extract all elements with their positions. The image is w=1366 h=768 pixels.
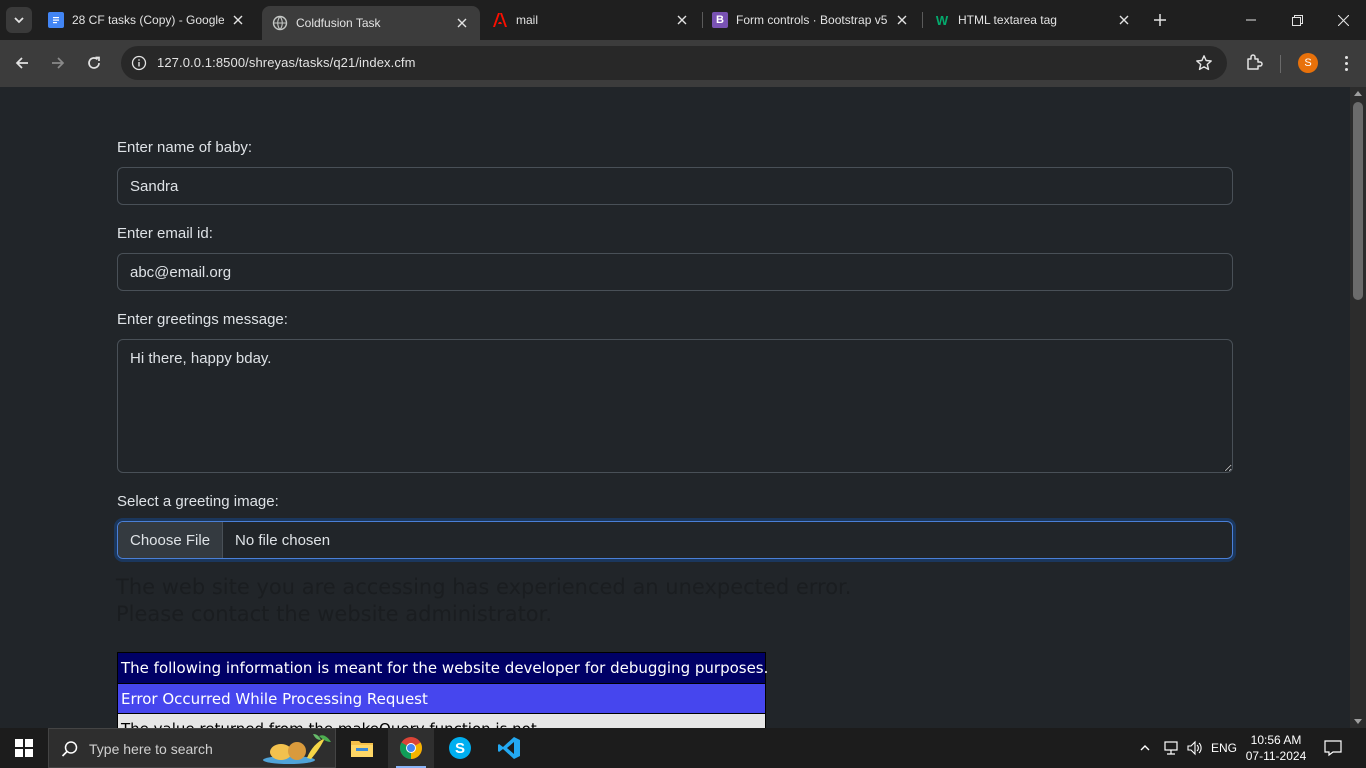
- page-content: Enter name of baby: Enter email id: Ente…: [0, 87, 1350, 728]
- chrome-icon: [400, 737, 422, 759]
- volume-control[interactable]: [1184, 728, 1206, 768]
- notification-icon: [1324, 740, 1342, 757]
- w3schools-icon: W: [935, 12, 949, 28]
- clock-date: 07-11-2024: [1245, 749, 1307, 763]
- taskbar-search-box[interactable]: Type here to search: [48, 728, 336, 768]
- chevron-down-icon: [14, 17, 24, 24]
- bookmark-star-icon[interactable]: [1195, 54, 1213, 72]
- close-tab-icon[interactable]: [454, 15, 470, 31]
- search-placeholder: Type here to search: [89, 741, 213, 757]
- reload-button[interactable]: [81, 50, 107, 76]
- url-text[interactable]: 127.0.0.1:8500/shreyas/tasks/q21/index.c…: [157, 55, 416, 70]
- scroll-up-arrow-icon[interactable]: [1354, 91, 1362, 96]
- back-button[interactable]: [9, 50, 35, 76]
- tab-title: 28 CF tasks (Copy) - Google: [72, 13, 224, 27]
- message-label: Enter greetings message:: [117, 311, 288, 328]
- debug-header: The following information is meant for t…: [118, 653, 768, 683]
- minimize-icon: [1246, 19, 1256, 21]
- page-scrollbar[interactable]: [1350, 87, 1366, 728]
- globe-icon: [272, 15, 288, 31]
- name-label: Enter name of baby:: [117, 139, 253, 156]
- minimize-button[interactable]: [1228, 0, 1274, 40]
- clock-time: 10:56 AM: [1250, 733, 1302, 747]
- tab-separator: [922, 12, 923, 28]
- arrow-left-icon: [15, 57, 28, 69]
- new-tab-button[interactable]: [1150, 10, 1170, 30]
- file-status-text: No file chosen: [235, 531, 331, 549]
- network-status[interactable]: [1160, 728, 1182, 768]
- taskbar-chrome[interactable]: [388, 728, 434, 768]
- error-detail: The value returned from the makeQuery fu…: [118, 713, 765, 728]
- windows-taskbar: Type here to search S ENG 10:56 AM 07-11…: [0, 728, 1366, 768]
- restore-icon: [1291, 14, 1303, 26]
- bootstrap-icon: B: [712, 12, 728, 28]
- vscode-icon: [498, 737, 520, 759]
- tab-strip: 28 CF tasks (Copy) - Google Coldfusion T…: [0, 0, 1366, 40]
- profile-avatar[interactable]: S: [1298, 53, 1318, 73]
- close-tab-icon[interactable]: [674, 12, 690, 28]
- error-line-1: The web site you are accessing has exper…: [116, 575, 852, 599]
- debug-info-table: The following information is meant for t…: [117, 652, 768, 728]
- restore-button[interactable]: [1274, 0, 1320, 40]
- chevron-up-icon: [1140, 745, 1150, 751]
- taskbar-vscode[interactable]: [486, 728, 532, 768]
- taskbar-file-explorer[interactable]: [339, 728, 385, 768]
- start-button[interactable]: [0, 728, 48, 768]
- close-tab-icon[interactable]: [894, 12, 910, 28]
- browser-toolbar: 127.0.0.1:8500/shreyas/tasks/q21/index.c…: [0, 40, 1366, 87]
- close-icon: [1337, 14, 1349, 26]
- skype-icon: S: [449, 737, 471, 759]
- tab-separator: [702, 12, 703, 28]
- toolbar-separator: [1280, 55, 1281, 73]
- folder-icon: [351, 741, 373, 757]
- close-tab-icon[interactable]: [230, 12, 246, 28]
- baby-name-input[interactable]: [117, 167, 1233, 205]
- error-message: The web site you are accessing has exper…: [116, 574, 851, 628]
- tab-coldfusion-task[interactable]: Coldfusion Task: [262, 6, 480, 40]
- notifications-button[interactable]: [1318, 728, 1348, 768]
- tab-mail[interactable]: mail: [484, 0, 698, 40]
- tab-title: Form controls · Bootstrap v5: [736, 13, 888, 27]
- error-line-2: Please contact the website administrator…: [116, 602, 553, 626]
- network-icon: [1164, 741, 1178, 755]
- system-clock[interactable]: 10:56 AM 07-11-2024: [1244, 732, 1308, 764]
- email-input[interactable]: [117, 253, 1233, 291]
- search-icon: [61, 741, 78, 757]
- input-language[interactable]: ENG: [1208, 728, 1240, 768]
- greeting-image-file-input[interactable]: Choose File No file chosen: [117, 521, 1233, 559]
- close-tab-icon[interactable]: [1116, 12, 1132, 28]
- windows-logo-icon: [15, 739, 33, 757]
- tab-title: mail: [516, 13, 539, 27]
- address-bar[interactable]: 127.0.0.1:8500/shreyas/tasks/q21/index.c…: [121, 46, 1227, 80]
- scroll-down-arrow-icon[interactable]: [1354, 719, 1362, 724]
- image-label: Select a greeting image:: [117, 493, 279, 510]
- plus-icon: [1154, 14, 1166, 26]
- adobe-icon: [492, 12, 508, 28]
- choose-file-button[interactable]: Choose File: [118, 522, 224, 558]
- google-docs-icon: [48, 12, 64, 28]
- tab-html-textarea[interactable]: W HTML textarea tag: [926, 0, 1140, 40]
- tab-title: Coldfusion Task: [296, 16, 381, 30]
- speaker-icon: [1187, 740, 1202, 756]
- tab-title: HTML textarea tag: [958, 13, 1057, 27]
- browser-menu-icon[interactable]: [1336, 53, 1356, 73]
- tab-search-button[interactable]: [6, 7, 32, 33]
- error-title: Error Occurred While Processing Request: [118, 683, 765, 713]
- tab-cf-tasks[interactable]: 28 CF tasks (Copy) - Google: [40, 0, 254, 40]
- extensions-icon[interactable]: [1244, 53, 1264, 73]
- search-highlight-illustration-icon: [263, 734, 331, 764]
- show-hidden-icons-button[interactable]: [1136, 728, 1154, 768]
- tab-bootstrap-forms[interactable]: B Form controls · Bootstrap v5: [704, 0, 918, 40]
- svg-text:S: S: [455, 740, 465, 757]
- scrollbar-thumb[interactable]: [1353, 102, 1363, 300]
- taskbar-skype[interactable]: S: [437, 728, 483, 768]
- forward-button[interactable]: [45, 50, 71, 76]
- email-label: Enter email id:: [117, 225, 213, 242]
- site-info-icon[interactable]: [131, 55, 147, 71]
- reload-icon: [88, 56, 100, 69]
- arrow-right-icon: [52, 57, 65, 69]
- greetings-message-textarea[interactable]: Hi there, happy bday.: [117, 339, 1233, 473]
- close-window-button[interactable]: [1320, 0, 1366, 40]
